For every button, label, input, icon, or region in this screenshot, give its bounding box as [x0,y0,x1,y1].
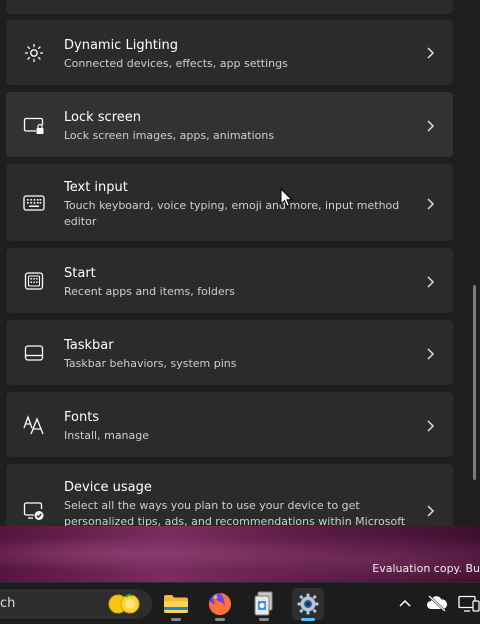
running-indicator [171,618,181,621]
chevron-right-icon [427,47,435,59]
item-subtitle: Lock screen images, apps, animations [64,129,275,142]
settings-item-text-input[interactable]: Text input Touch keyboard, voice typing,… [5,163,454,242]
taskbar-search-box[interactable]: ch [0,589,152,619]
chevron-right-icon [427,198,435,210]
item-title: Fonts [64,410,100,425]
running-indicator [215,618,225,621]
settings-item-dynamic-lighting[interactable]: Dynamic Lighting Connected devices, effe… [5,19,454,86]
settings-app-icon[interactable] [292,588,324,621]
item-title: Device usage [64,480,152,495]
chevron-right-icon [427,120,435,132]
item-title: Start [64,266,96,281]
settings-item-taskbar[interactable]: Taskbar Taskbar behaviors, system pins [5,319,454,386]
documents-app-icon[interactable] [248,588,280,621]
settings-item-device-usage[interactable]: Device usage Select all the ways you pla… [5,463,454,526]
start-icon [23,270,45,292]
cloud-offline-icon[interactable] [426,594,448,612]
settings-item-lock-screen[interactable]: Lock screen Lock screen images, apps, an… [5,91,454,158]
item-title: Taskbar [64,338,114,353]
fonts-icon [23,414,45,436]
settings-item-fonts[interactable]: Fonts Install, manage [5,391,454,458]
item-subtitle: Taskbar behaviors, system pins [64,357,237,370]
keyboard-icon [23,192,45,214]
settings-item-start[interactable]: Start Recent apps and items, folders [5,247,454,314]
search-highlight-icon [108,593,140,614]
mouse-cursor-icon [280,188,294,208]
item-subtitle: Touch keyboard, voice typing, emoji and … [64,199,400,228]
active-indicator [301,618,315,621]
taskbar: ch [0,582,480,624]
dynamic-lighting-icon [23,42,45,64]
chevron-up-icon[interactable] [398,598,412,608]
lock-screen-icon [23,115,45,137]
item-subtitle: Recent apps and items, folders [64,285,235,298]
file-explorer-icon[interactable] [160,588,192,621]
evaluation-watermark: Evaluation copy. Bu [372,562,480,575]
item-title: Text input [64,180,128,195]
firefox-icon[interactable] [204,588,236,621]
chevron-right-icon [427,276,435,288]
settings-panel: Dynamic Lighting Connected devices, effe… [0,0,480,526]
taskbar-icon [23,342,45,364]
item-title: Dynamic Lighting [64,38,179,53]
item-title: Lock screen [64,110,141,125]
running-indicator [259,618,269,621]
chevron-right-icon [427,505,435,517]
scrollbar-thumb[interactable] [473,285,476,480]
partial-card[interactable] [5,0,454,15]
chevron-right-icon [427,420,435,432]
item-subtitle: Connected devices, effects, app settings [64,57,288,70]
chevron-right-icon [427,348,435,360]
desktop-wallpaper: Evaluation copy. Bu [0,526,480,582]
display-icon[interactable] [458,595,480,613]
search-text: ch [0,596,16,611]
item-subtitle: Install, manage [64,429,150,442]
item-subtitle: Select all the ways you plan to use your… [64,499,406,526]
device-usage-icon [23,500,45,522]
